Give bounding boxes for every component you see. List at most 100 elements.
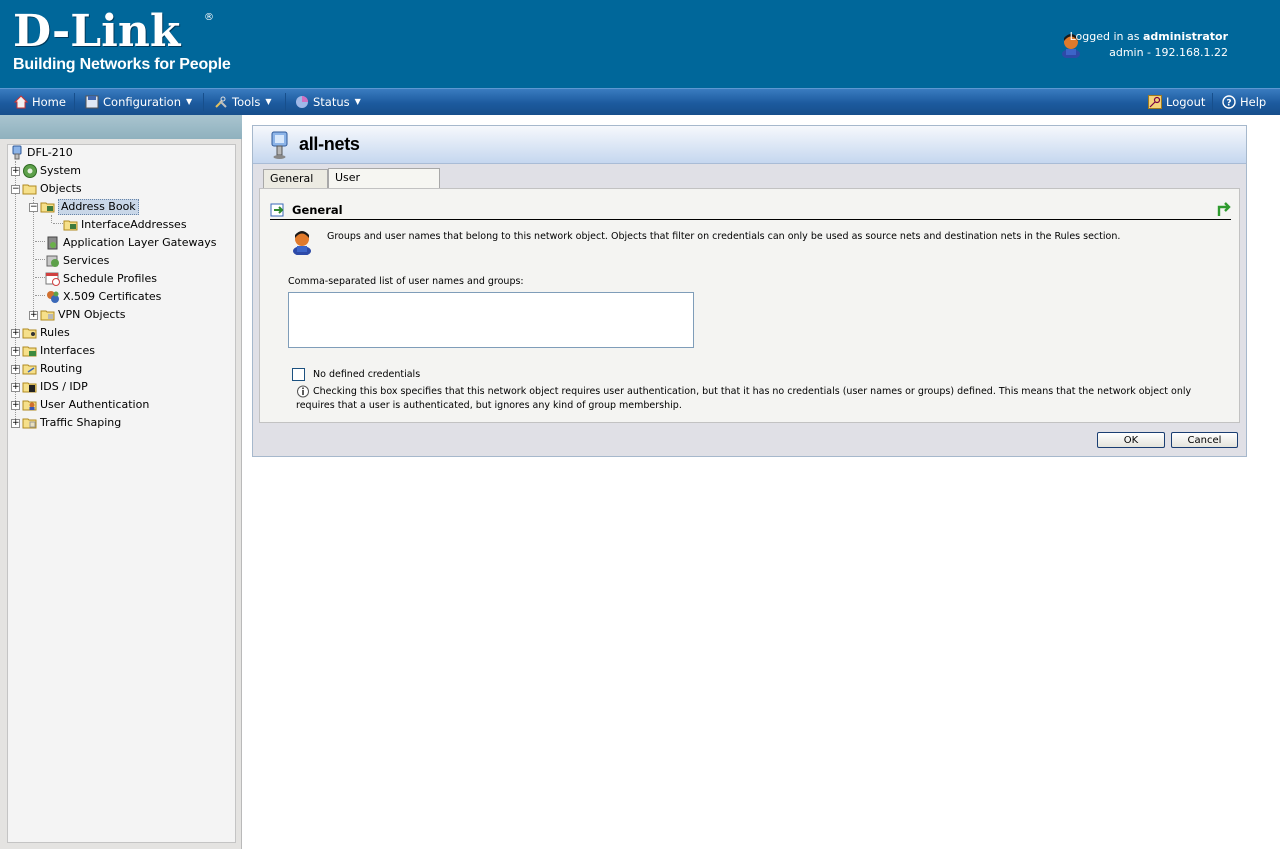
chevron-down-icon: ▼ — [354, 97, 361, 106]
cancel-button[interactable]: Cancel — [1171, 432, 1238, 448]
key-icon — [1148, 95, 1162, 109]
rules-folder-icon — [22, 328, 37, 339]
login-detail: admin - 192.168.1.22 — [1109, 46, 1228, 59]
expand-plus-icon[interactable]: + — [11, 400, 20, 410]
tree-item-dfl-210[interactable]: DFL-210 — [9, 144, 73, 162]
tree-item-alg[interactable]: Application Layer Gateways — [45, 234, 216, 252]
tools-icon — [215, 96, 227, 108]
back-arrow-icon[interactable] — [1217, 202, 1231, 218]
menu-tools-label: Tools — [232, 95, 261, 109]
tree-label: X.509 Certificates — [63, 290, 162, 303]
tree-label: DFL-210 — [27, 146, 73, 159]
help-icon: ? — [1222, 95, 1236, 109]
section-arrow-icon — [270, 203, 284, 216]
expand-plus-icon[interactable]: + — [29, 310, 38, 320]
tree-label: Interfaces — [40, 344, 95, 357]
tree-label: InterfaceAddresses — [81, 218, 187, 231]
floppy-disk-icon — [85, 95, 99, 109]
login-prefix: Logged in as — [1069, 30, 1140, 43]
chevron-down-icon: ▼ — [265, 97, 272, 106]
expand-plus-icon[interactable]: + — [11, 364, 20, 374]
tree-item-schedule-profiles[interactable]: Schedule Profiles — [45, 270, 157, 288]
menu-status[interactable]: Status ▼ — [295, 89, 361, 115]
expand-plus-icon[interactable]: + — [11, 418, 20, 428]
tree-item-services[interactable]: Services — [45, 252, 109, 270]
tree-item-x509-certificates[interactable]: X.509 Certificates — [45, 288, 161, 306]
tree-item-rules[interactable]: + Rules — [11, 324, 70, 342]
navigation-header — [0, 115, 242, 139]
tree-label: Rules — [40, 326, 70, 339]
login-info: Logged in as administrator admin - 192.1… — [1070, 29, 1228, 61]
network-object-icon — [271, 131, 288, 159]
folder-open-icon — [22, 184, 37, 195]
collapse-minus-icon[interactable]: − — [11, 184, 20, 194]
tree-item-user-authentication[interactable]: + User Authentication — [11, 396, 149, 414]
services-icon — [46, 255, 59, 267]
tree-label: Schedule Profiles — [63, 272, 157, 285]
traffic-shaping-folder-icon — [22, 418, 37, 429]
logo-tagline: Building Networks for People — [13, 56, 231, 73]
status-pie-icon — [296, 96, 308, 108]
app-header: D-Link ® Building Networks for People Lo… — [0, 0, 1280, 88]
panel-title-bar: all-nets — [253, 126, 1246, 164]
navigation-tree: DFL-210 + System − Objects − Address Boo… — [7, 144, 236, 843]
no-defined-credentials-label: No defined credentials — [313, 369, 421, 380]
tree-item-routing[interactable]: + Routing — [11, 360, 82, 378]
object-editor-panel: all-nets General User Authentication Gen… — [252, 125, 1247, 457]
tree-item-interface-addresses[interactable]: InterfaceAddresses — [63, 216, 187, 234]
menu-help-label: Help — [1240, 95, 1267, 109]
expand-plus-icon[interactable]: + — [11, 328, 20, 338]
navigation-pane: DFL-210 + System − Objects − Address Boo… — [0, 139, 242, 849]
expand-plus-icon[interactable]: + — [11, 382, 20, 392]
expand-plus-icon[interactable]: + — [11, 166, 20, 176]
registered-mark: ® — [204, 12, 214, 23]
tree-item-address-book[interactable]: − Address Book — [29, 198, 139, 216]
menu-logout[interactable]: Logout — [1148, 89, 1205, 115]
expand-plus-icon[interactable]: + — [11, 346, 20, 356]
tab-general[interactable]: General — [263, 169, 328, 188]
tree-item-interfaces[interactable]: + Interfaces — [11, 342, 95, 360]
menu-help[interactable]: ? Help — [1222, 89, 1266, 115]
dlink-logo: D-Link ® Building Networks for People — [13, 10, 231, 74]
tree-label: Routing — [40, 362, 83, 375]
device-icon — [12, 145, 22, 160]
menu-configuration[interactable]: Configuration ▼ — [85, 89, 192, 115]
ids-folder-icon — [22, 382, 37, 393]
tab-user-authentication[interactable]: User Authentication — [328, 168, 440, 201]
menu-status-label: Status — [313, 95, 350, 109]
chevron-down-icon: ▼ — [186, 97, 193, 106]
menu-home-label: Home — [32, 95, 66, 109]
user-auth-folder-icon — [22, 400, 37, 411]
tree-item-ids-idp[interactable]: + IDS / IDP — [11, 378, 88, 396]
ok-button[interactable]: OK — [1097, 432, 1165, 448]
page-title: all-nets — [299, 134, 360, 154]
home-icon — [14, 95, 28, 109]
certificate-icon — [47, 291, 59, 303]
credentials-info-text: Checking this box specifies that this ne… — [296, 386, 1192, 411]
section-description: Groups and user names that belong to thi… — [327, 231, 1121, 242]
tree-label: Traffic Shaping — [40, 416, 122, 429]
collapse-minus-icon[interactable]: − — [29, 202, 38, 212]
address-folder-icon — [63, 220, 78, 231]
tree-label: Objects — [40, 182, 82, 195]
tree-item-vpn-objects[interactable]: + VPN Objects — [29, 306, 125, 324]
vpn-folder-icon — [40, 310, 55, 321]
tree-label: VPN Objects — [58, 308, 126, 321]
tree-item-traffic-shaping[interactable]: + Traffic Shaping — [11, 414, 121, 432]
credentials-textarea[interactable] — [288, 292, 694, 348]
menu-configuration-label: Configuration — [103, 95, 181, 109]
menu-tools[interactable]: Tools ▼ — [214, 89, 272, 115]
no-defined-credentials-checkbox[interactable] — [292, 368, 305, 381]
credentials-info: Checking this box specifies that this ne… — [296, 385, 1231, 413]
tree-item-objects[interactable]: − Objects — [11, 180, 82, 198]
section-header: General — [270, 200, 1231, 220]
menu-home[interactable]: Home — [14, 89, 66, 115]
routing-folder-icon — [22, 364, 37, 375]
tab-content: General Groups and user names that belon… — [259, 188, 1240, 423]
main-menu-bar: Home Configuration ▼ Tools ▼ Status ▼ Logou… — [0, 88, 1280, 115]
user-icon — [293, 231, 311, 255]
credentials-field-label: Comma-separated list of user names and g… — [288, 276, 524, 287]
info-icon — [297, 385, 309, 398]
tree-item-system[interactable]: + System — [11, 162, 81, 180]
section-title: General — [292, 202, 343, 217]
